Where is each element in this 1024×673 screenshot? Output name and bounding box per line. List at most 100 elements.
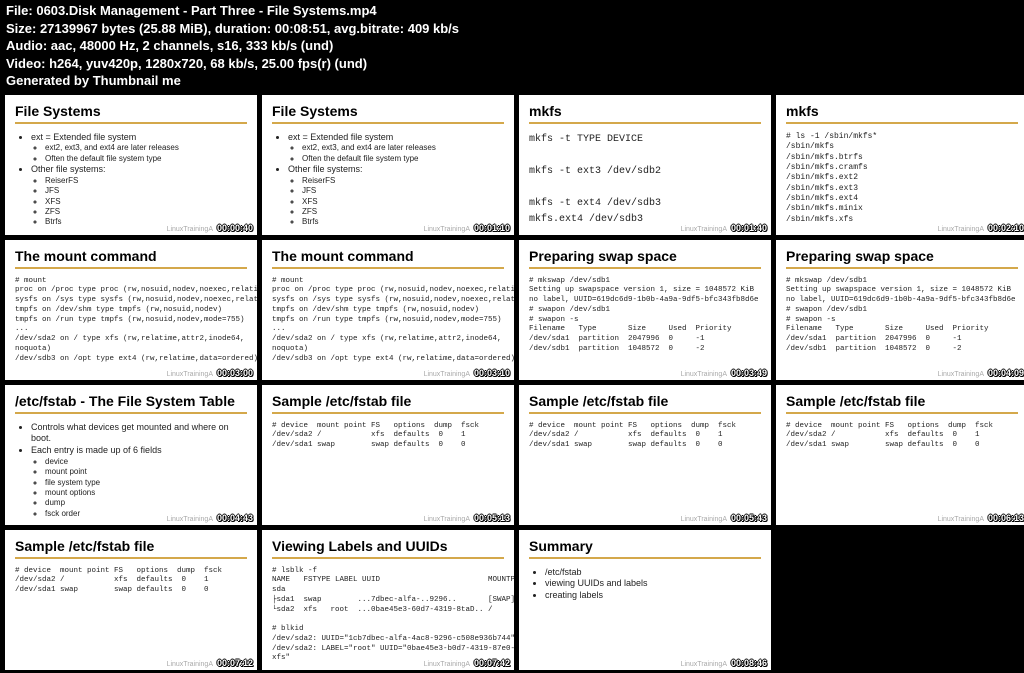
brand-watermark: LinuxTrainingA bbox=[681, 661, 727, 668]
slide-body: Controls what devices get mounted and wh… bbox=[15, 422, 247, 519]
slide-title: The mount command bbox=[272, 248, 504, 269]
thumbnail-slide: mkfs mkfs -t TYPE DEVICE mkfs -t ext3 /de… bbox=[519, 95, 771, 235]
list-item: dump bbox=[45, 498, 247, 508]
list-item: Each entry is made up of 6 fieldsdevicem… bbox=[31, 445, 247, 519]
brand-watermark: LinuxTrainingA bbox=[681, 516, 727, 523]
slide-body: /etc/fstabviewing UUIDs and labelscreati… bbox=[529, 567, 761, 602]
timestamp-overlay: 00:02:10 bbox=[988, 223, 1024, 233]
slide-body: # ls -1 /sbin/mkfs* /sbin/mkfs /sbin/mkf… bbox=[786, 132, 1018, 226]
list-item: device bbox=[45, 457, 247, 467]
slide-title: Viewing Labels and UUIDs bbox=[272, 538, 504, 559]
timestamp-overlay: 00:06:13 bbox=[988, 513, 1024, 523]
list-item: ReiserFS bbox=[302, 176, 504, 186]
list-item: ext = Extended file systemext2, ext3, an… bbox=[288, 132, 504, 164]
slide-title: mkfs bbox=[786, 103, 1018, 124]
list-item: Other file systems:ReiserFSJFSXFSZFSBtrf… bbox=[288, 164, 504, 228]
thumbnail-slide: Sample /etc/fstab file # device mount poi… bbox=[5, 530, 257, 670]
brand-watermark: LinuxTrainingA bbox=[681, 226, 727, 233]
timestamp-overlay: 00:03:00 bbox=[217, 368, 253, 378]
brand-watermark: LinuxTrainingA bbox=[424, 661, 470, 668]
slide-body: mkfs -t TYPE DEVICE mkfs -t ext3 /dev/sd… bbox=[529, 132, 761, 228]
list-item: Often the default file system type bbox=[45, 154, 247, 164]
thumbnail-slide: File Systems ext = Extended file systemex… bbox=[5, 95, 257, 235]
slide-body: ext = Extended file systemext2, ext3, an… bbox=[15, 132, 247, 228]
thumbnail-slide: Summary/etc/fstabviewing UUIDs and label… bbox=[519, 530, 771, 670]
slide-title: Preparing swap space bbox=[529, 248, 761, 269]
list-item: ZFS bbox=[302, 207, 504, 217]
list-item: creating labels bbox=[545, 590, 761, 602]
timestamp-overlay: 00:00:40 bbox=[217, 223, 253, 233]
brand-watermark: LinuxTrainingA bbox=[938, 371, 984, 378]
file-label: File: bbox=[6, 3, 36, 18]
list-item: ext2, ext3, and ext4 are later releases bbox=[45, 143, 247, 153]
list-item: mount point bbox=[45, 467, 247, 477]
slide-body: ext = Extended file systemext2, ext3, an… bbox=[272, 132, 504, 228]
brand-watermark: LinuxTrainingA bbox=[424, 516, 470, 523]
slide-title: mkfs bbox=[529, 103, 761, 124]
thumbnail-slide: Preparing swap space # mkswap /dev/sdb1 S… bbox=[776, 240, 1024, 380]
slide-body: # mkswap /dev/sdb1 Setting up swapspace … bbox=[529, 277, 761, 355]
slide-title: Preparing swap space bbox=[786, 248, 1018, 269]
brand-watermark: LinuxTrainingA bbox=[424, 371, 470, 378]
slide-title: File Systems bbox=[15, 103, 247, 124]
slide-title: Summary bbox=[529, 538, 761, 559]
file-info-header: File: 0603.Disk Management - Part Three … bbox=[0, 0, 1024, 92]
slide-body: # device mount point FS options dump fsc… bbox=[786, 422, 1018, 451]
file-name: 0603.Disk Management - Part Three - File… bbox=[36, 3, 376, 18]
timestamp-overlay: 00:03:49 bbox=[731, 368, 767, 378]
list-item: JFS bbox=[302, 186, 504, 196]
slide-body: # device mount point FS options dump fsc… bbox=[529, 422, 761, 451]
timestamp-overlay: 00:08:46 bbox=[731, 658, 767, 668]
slide-title: File Systems bbox=[272, 103, 504, 124]
slide-body: # device mount point FS options dump fsc… bbox=[272, 422, 504, 451]
list-item: Controls what devices get mounted and wh… bbox=[31, 422, 247, 445]
slide-title: Sample /etc/fstab file bbox=[529, 393, 761, 414]
timestamp-overlay: 00:05:43 bbox=[731, 513, 767, 523]
timestamp-overlay: 00:04:43 bbox=[217, 513, 253, 523]
slide-title: Sample /etc/fstab file bbox=[272, 393, 504, 414]
video-line: Video: h264, yuv420p, 1280x720, 68 kb/s,… bbox=[6, 55, 1018, 73]
brand-watermark: LinuxTrainingA bbox=[938, 516, 984, 523]
slide-body: # mkswap /dev/sdb1 Setting up swapspace … bbox=[786, 277, 1018, 355]
list-item: ReiserFS bbox=[45, 176, 247, 186]
timestamp-overlay: 00:04:09 bbox=[988, 368, 1024, 378]
thumbnail-slide: Sample /etc/fstab file # device mount poi… bbox=[262, 385, 514, 525]
slide-title: Sample /etc/fstab file bbox=[786, 393, 1018, 414]
brand-watermark: LinuxTrainingA bbox=[167, 371, 213, 378]
thumbnail-slide: Sample /etc/fstab file # device mount poi… bbox=[519, 385, 771, 525]
brand-watermark: LinuxTrainingA bbox=[167, 516, 213, 523]
thumbnail-slide: Viewing Labels and UUIDs # lsblk -f NAME … bbox=[262, 530, 514, 670]
thumbnail-slide: mkfs # ls -1 /sbin/mkfs* /sbin/mkfs /sbin… bbox=[776, 95, 1024, 235]
timestamp-overlay: 00:01:10 bbox=[474, 223, 510, 233]
thumbnail-slide: The mount command # mount proc on /proc t… bbox=[5, 240, 257, 380]
list-item: Often the default file system type bbox=[302, 154, 504, 164]
brand-watermark: LinuxTrainingA bbox=[167, 661, 213, 668]
timestamp-overlay: 00:07:42 bbox=[474, 658, 510, 668]
thumbnail-grid: File Systems ext = Extended file systemex… bbox=[0, 92, 1024, 673]
slide-title: Sample /etc/fstab file bbox=[15, 538, 247, 559]
slide-body: # mount proc on /proc type proc (rw,nosu… bbox=[15, 277, 247, 365]
brand-watermark: LinuxTrainingA bbox=[681, 371, 727, 378]
thumbnail-slide: /etc/fstab - The File System TableContro… bbox=[5, 385, 257, 525]
slide-body: # lsblk -f NAME FSTYPE LABEL UUID MOUNTP… bbox=[272, 567, 504, 665]
audio-line: Audio: aac, 48000 Hz, 2 channels, s16, 3… bbox=[6, 37, 1018, 55]
slide-body: # device mount point FS options dump fsc… bbox=[15, 567, 247, 596]
list-item: ZFS bbox=[45, 207, 247, 217]
list-item: ext2, ext3, and ext4 are later releases bbox=[302, 143, 504, 153]
list-item: XFS bbox=[302, 197, 504, 207]
slide-body: # mount proc on /proc type proc (rw,nosu… bbox=[272, 277, 504, 365]
list-item: mount options bbox=[45, 488, 247, 498]
list-item: JFS bbox=[45, 186, 247, 196]
timestamp-overlay: 00:07:12 bbox=[217, 658, 253, 668]
generated-line: Generated by Thumbnail me bbox=[6, 72, 1018, 90]
size-line: Size: 27139967 bytes (25.88 MiB), durati… bbox=[6, 20, 1018, 38]
timestamp-overlay: 00:01:40 bbox=[731, 223, 767, 233]
list-item: XFS bbox=[45, 197, 247, 207]
list-item: /etc/fstab bbox=[545, 567, 761, 579]
thumbnail-slide: The mount command # mount proc on /proc t… bbox=[262, 240, 514, 380]
thumbnail-slide: File Systems ext = Extended file systemex… bbox=[262, 95, 514, 235]
list-item: Other file systems:ReiserFSJFSXFSZFSBtrf… bbox=[31, 164, 247, 228]
thumbnail-slide: Sample /etc/fstab file # device mount poi… bbox=[776, 385, 1024, 525]
brand-watermark: LinuxTrainingA bbox=[167, 226, 213, 233]
slide-title: The mount command bbox=[15, 248, 247, 269]
